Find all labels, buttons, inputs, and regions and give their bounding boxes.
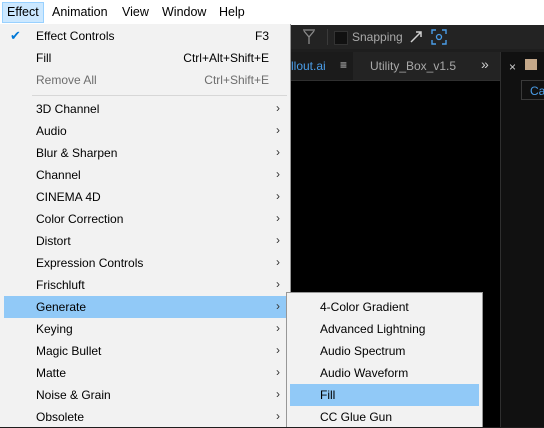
- chevron-right-icon: ›: [276, 167, 280, 181]
- menu-item-label: Generate: [36, 300, 87, 314]
- menu-item-noise-grain[interactable]: Noise & Grain ›: [4, 384, 287, 406]
- chevron-right-icon: ›: [276, 211, 280, 225]
- menu-item-expression-controls[interactable]: Expression Controls ›: [4, 252, 287, 274]
- anchor-tool-icon[interactable]: [301, 28, 317, 49]
- submenu-item-audio-waveform[interactable]: Audio Waveform: [290, 362, 479, 384]
- menu-item-label: Keying: [36, 322, 73, 336]
- chevron-right-icon: ›: [276, 101, 280, 115]
- menu-item-audio[interactable]: Audio ›: [4, 120, 287, 142]
- checkmark-icon: ✔: [10, 28, 21, 43]
- chevron-right-icon: ›: [276, 255, 280, 269]
- tab-active-comp[interactable]: llout.ai ≡: [291, 52, 353, 80]
- right-panel: × Cal: [500, 52, 544, 427]
- menu-effect[interactable]: Effect: [2, 2, 44, 23]
- menu-item-magic-bullet[interactable]: Magic Bullet ›: [4, 340, 287, 362]
- close-icon[interactable]: ×: [509, 60, 516, 74]
- hamburger-icon[interactable]: ≡: [340, 58, 347, 72]
- menu-item-label: Noise & Grain: [36, 388, 111, 402]
- menu-item-shortcut: F3: [254, 29, 269, 43]
- submenu-item-audio-spectrum[interactable]: Audio Spectrum: [290, 340, 479, 362]
- menu-item-fill[interactable]: Fill Ctrl+Alt+Shift+E: [4, 47, 287, 69]
- toolbar-divider: [327, 29, 328, 45]
- menu-item-keying[interactable]: Keying ›: [4, 318, 287, 340]
- menu-item-label: Effect Controls: [36, 29, 115, 43]
- menu-item-remove-all: Remove All Ctrl+Shift+E: [4, 69, 287, 91]
- chevron-right-icon: ›: [276, 277, 280, 291]
- snap-target-icon[interactable]: [431, 29, 447, 48]
- menu-item-effect-controls[interactable]: ✔ Effect Controls F3: [4, 25, 287, 47]
- submenu-item-label: Audio Spectrum: [320, 344, 406, 358]
- menu-item-label: CINEMA 4D: [36, 190, 101, 204]
- chevron-right-icon: ›: [276, 145, 280, 159]
- submenu-item-advanced-lightning[interactable]: Advanced Lightning: [290, 318, 479, 340]
- menu-item-label: Magic Bullet: [36, 344, 102, 358]
- menu-help[interactable]: Help: [215, 3, 249, 22]
- calculate-button[interactable]: Cal: [521, 80, 544, 100]
- menu-item-label: Obsolete: [36, 410, 85, 424]
- submenu-item-label: CC Glue Gun: [320, 410, 393, 424]
- chevron-right-icon: ›: [276, 343, 280, 357]
- chevron-right-icon: ›: [276, 321, 280, 335]
- menu-item-shortcut: Ctrl+Alt+Shift+E: [183, 51, 269, 65]
- menu-item-label: Channel: [36, 168, 81, 182]
- chevron-right-icon: ›: [276, 299, 280, 313]
- submenu-item-label: Audio Waveform: [320, 366, 409, 380]
- chevron-right-icon: ›: [276, 365, 280, 379]
- chevron-right-icon: ›: [276, 123, 280, 137]
- menu-item-cinema-4d[interactable]: CINEMA 4D ›: [4, 186, 287, 208]
- menu-item-label: Remove All: [36, 73, 97, 87]
- snap-arrows-icon[interactable]: [409, 30, 423, 47]
- tab-utility-box[interactable]: Utility_Box_v1.5: [370, 59, 456, 73]
- submenu-item-label: Advanced Lightning: [320, 322, 426, 336]
- menu-item-generate[interactable]: Generate ›: [4, 296, 287, 318]
- chevron-right-icon: ›: [276, 189, 280, 203]
- menu-item-channel[interactable]: Channel ›: [4, 164, 287, 186]
- menu-item-label: Expression Controls: [36, 256, 144, 270]
- menu-item-label: Color Correction: [36, 212, 124, 226]
- menu-item-blur-sharpen[interactable]: Blur & Sharpen ›: [4, 142, 287, 164]
- menu-item-color-correction[interactable]: Color Correction ›: [4, 208, 287, 230]
- menu-item-3d-channel[interactable]: 3D Channel ›: [4, 98, 287, 120]
- menu-item-shortcut: Ctrl+Shift+E: [204, 73, 269, 87]
- menu-view[interactable]: View: [118, 3, 153, 22]
- effect-menu: ✔ Effect Controls F3 Fill Ctrl+Alt+Shift…: [0, 24, 291, 427]
- menu-item-label: Distort: [36, 234, 71, 248]
- tab-active-label: llout.ai: [291, 59, 326, 73]
- menu-item-label: Frischluft: [36, 278, 85, 292]
- menu-item-label: Fill: [36, 51, 52, 65]
- chevron-right-icon: ›: [276, 233, 280, 247]
- snapping-checkbox[interactable]: [334, 31, 348, 45]
- chevron-right-icon: ›: [276, 387, 280, 401]
- menu-item-obsolete[interactable]: Obsolete ›: [4, 406, 287, 428]
- submenu-item-cc-glue-gun[interactable]: CC Glue Gun: [290, 406, 479, 428]
- chevron-right-icon: ›: [276, 409, 280, 423]
- menu-item-label: Matte: [36, 366, 67, 380]
- submenu-item-4-color-gradient[interactable]: 4-Color Gradient: [290, 296, 479, 318]
- menu-bar: Effect Animation View Window Help: [0, 0, 544, 26]
- snapping-label: Snapping: [352, 30, 403, 44]
- menu-animation[interactable]: Animation: [48, 3, 112, 22]
- double-chevron-right-icon[interactable]: »: [481, 56, 489, 72]
- menu-item-label: Blur & Sharpen: [36, 146, 118, 160]
- color-swatch[interactable]: [525, 59, 537, 70]
- menu-window[interactable]: Window: [158, 3, 210, 22]
- menu-item-distort[interactable]: Distort ›: [4, 230, 287, 252]
- menu-item-frischluft[interactable]: Frischluft ›: [4, 274, 287, 296]
- generate-submenu: 4-Color Gradient Advanced Lightning Audi…: [286, 292, 483, 427]
- submenu-item-label: Fill: [320, 388, 336, 402]
- menu-divider: [32, 95, 287, 96]
- menu-item-label: Audio: [36, 124, 67, 138]
- menu-item-matte[interactable]: Matte ›: [4, 362, 287, 384]
- menu-item-label: 3D Channel: [36, 102, 100, 116]
- submenu-item-fill[interactable]: Fill: [290, 384, 479, 406]
- app-toolbar: Snapping: [291, 25, 544, 49]
- submenu-item-label: 4-Color Gradient: [320, 300, 409, 314]
